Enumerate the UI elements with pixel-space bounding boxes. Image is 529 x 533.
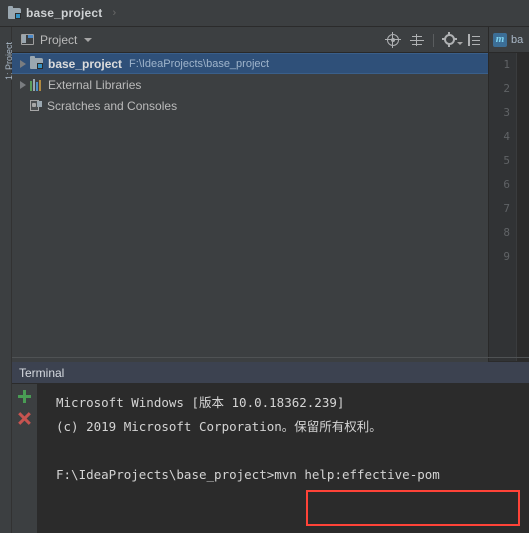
line-number: 2 xyxy=(503,82,510,95)
hide-panel-icon[interactable] xyxy=(466,32,482,48)
ide-window: base_project › 1: Project Project base_p… xyxy=(0,0,529,533)
line-number: 7 xyxy=(503,202,510,215)
breadcrumb-separator: › xyxy=(112,7,117,19)
tree-node-label: Scratches and Consoles xyxy=(47,98,178,113)
breadcrumb-label: base_project xyxy=(26,6,103,20)
editor-tab-label[interactable]: ba xyxy=(511,34,523,46)
breadcrumb-item-base-project[interactable]: base_project xyxy=(6,3,108,23)
tree-node-label: External Libraries xyxy=(48,77,142,92)
panel-splitter[interactable] xyxy=(12,357,529,358)
module-folder-icon xyxy=(30,56,43,69)
project-panel-actions xyxy=(385,27,482,53)
module-folder-icon xyxy=(8,5,21,19)
toolbar-divider xyxy=(433,33,434,47)
tree-node-external-libraries[interactable]: External Libraries xyxy=(12,74,488,95)
terminal-tool-window: Terminal Microsoft Windows [版本 10.0.1836… xyxy=(12,362,529,533)
editor-area: m ba 1 2 3 4 5 6 7 8 9 xyxy=(488,27,529,362)
tree-node-base-project[interactable]: base_project F:\IdeaProjects\base_projec… xyxy=(12,53,488,74)
tree-node-path: F:\IdeaProjects\base_project xyxy=(129,57,270,70)
project-tree: base_project F:\IdeaProjects\base_projec… xyxy=(12,53,488,362)
project-tool-window: Project base_project F:\IdeaProjects\bas… xyxy=(12,27,488,362)
terminal-body: Microsoft Windows [版本 10.0.18362.239] (c… xyxy=(12,384,529,533)
libraries-books-icon xyxy=(30,78,43,91)
terminal-tab-label[interactable]: Terminal xyxy=(19,366,64,380)
line-number: 4 xyxy=(503,130,510,143)
chevron-down-icon[interactable] xyxy=(84,37,93,42)
editor-tab-bar: m ba xyxy=(489,27,529,53)
project-panel-header: Project xyxy=(12,27,488,53)
editor-gutter: 1 2 3 4 5 6 7 8 9 xyxy=(489,53,529,361)
line-number: 8 xyxy=(503,226,510,239)
line-number: 1 xyxy=(503,58,510,71)
maven-icon: m xyxy=(493,32,507,47)
collapse-all-icon[interactable] xyxy=(409,32,425,48)
project-panel-title-group[interactable]: Project xyxy=(12,32,93,47)
editor-text-area[interactable] xyxy=(517,53,529,361)
settings-gear-icon[interactable] xyxy=(442,32,463,48)
terminal-actions xyxy=(12,384,38,533)
tree-node-label: base_project xyxy=(48,56,123,71)
new-session-plus-icon[interactable] xyxy=(18,390,31,403)
command-highlight-box xyxy=(306,490,520,526)
terminal-output-line: (c) 2019 Microsoft Corporation。保留所有权利。 xyxy=(56,419,382,434)
terminal-header: Terminal xyxy=(12,362,529,384)
expand-arrow-icon[interactable] xyxy=(16,80,30,89)
terminal-command[interactable]: mvn help:effective-pom xyxy=(274,463,440,487)
tree-node-scratches-and-consoles[interactable]: Scratches and Consoles xyxy=(12,95,488,116)
close-session-icon[interactable] xyxy=(18,412,31,425)
line-number: 5 xyxy=(503,154,510,167)
project-window-icon xyxy=(21,34,34,45)
left-tool-strip: 1: Project xyxy=(0,27,14,533)
expand-arrow-icon[interactable] xyxy=(16,59,30,68)
line-number-column: 1 2 3 4 5 6 7 8 9 xyxy=(489,53,513,269)
line-number: 6 xyxy=(503,178,510,191)
terminal-prompt: F:\IdeaProjects\base_project> xyxy=(56,467,275,482)
line-number: 3 xyxy=(503,106,510,119)
terminal-console[interactable]: Microsoft Windows [版本 10.0.18362.239] (c… xyxy=(38,384,529,533)
scratches-icon xyxy=(30,99,42,112)
locate-icon[interactable] xyxy=(385,32,401,48)
terminal-prompt-line: F:\IdeaProjects\base_project>mvn help:ef… xyxy=(56,463,529,487)
project-panel-title: Project xyxy=(40,32,78,47)
line-number: 9 xyxy=(503,250,510,263)
navigation-bar: base_project › xyxy=(0,0,529,27)
terminal-output-line: Microsoft Windows [版本 10.0.18362.239] xyxy=(56,395,345,410)
